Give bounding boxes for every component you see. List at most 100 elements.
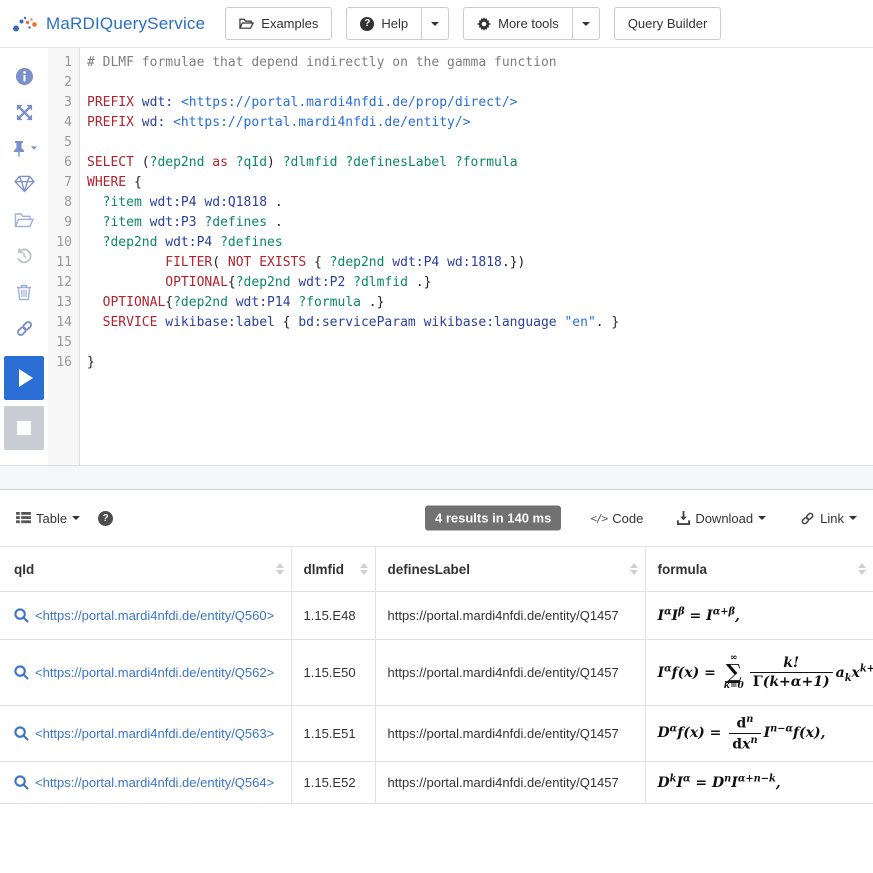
- download-button[interactable]: Download: [677, 511, 766, 526]
- more-tools-button[interactable]: More tools: [463, 7, 573, 40]
- defineslabel-cell: https://portal.mardi4nfdi.de/entity/Q145…: [375, 761, 645, 803]
- result-view-selector[interactable]: Table: [16, 511, 80, 526]
- table-icon: [16, 512, 31, 525]
- results-section: Table ? 4 results in 140 ms </> Code Dow…: [0, 490, 873, 804]
- chevron-down-icon: [72, 516, 80, 520]
- result-view-label: Table: [36, 511, 67, 526]
- column-label: qId: [14, 562, 34, 577]
- link-label: Link: [820, 511, 844, 526]
- sparql-editor[interactable]: 1# DLMF formulae that depend indirectly …: [48, 48, 873, 465]
- entity-link[interactable]: <https://portal.mardi4nfdi.de/entity/Q56…: [35, 775, 274, 790]
- formula-math: Iαf(x) = ∞∑k=0k!Γ(k+α+1)akxk+α.: [658, 665, 873, 681]
- column-label: definesLabel: [388, 562, 471, 577]
- dlmfid-cell: 1.15.E50: [291, 640, 375, 706]
- download-label: Download: [695, 511, 753, 526]
- qid-cell: <https://portal.mardi4nfdi.de/entity/Q56…: [0, 640, 291, 706]
- chevron-down-icon: [431, 22, 439, 26]
- help-icon: ?: [360, 17, 374, 31]
- formula-cell: Dαf(x) = dndxnIn−αf(x),: [645, 706, 873, 762]
- table-row: <https://portal.mardi4nfdi.de/entity/Q56…: [0, 592, 873, 640]
- brand[interactable]: MaRDIQueryService: [12, 13, 205, 35]
- help-button[interactable]: ? Help: [346, 7, 422, 40]
- run-query-button[interactable]: [4, 356, 44, 400]
- qid-cell: <https://portal.mardi4nfdi.de/entity/Q56…: [0, 706, 291, 762]
- pin-icon[interactable]: [0, 130, 48, 166]
- examples-button[interactable]: Examples: [225, 7, 332, 40]
- table-row: <https://portal.mardi4nfdi.de/entity/Q56…: [0, 706, 873, 762]
- editor-results-divider: [0, 466, 873, 490]
- chevron-down-icon: [849, 516, 857, 520]
- chevron-down-icon: [582, 22, 590, 26]
- search-icon: [14, 665, 29, 680]
- entity-link[interactable]: <https://portal.mardi4nfdi.de/entity/Q56…: [35, 726, 274, 741]
- navbar: MaRDIQueryService Examples ? Help: [0, 0, 873, 48]
- editor-side-toolbar: [0, 48, 48, 465]
- qid-cell: <https://portal.mardi4nfdi.de/entity/Q56…: [0, 761, 291, 803]
- sort-icon: [276, 563, 284, 575]
- search-icon: [14, 775, 29, 790]
- query-workspace: 1# DLMF formulae that depend indirectly …: [0, 48, 873, 466]
- link-icon: [800, 511, 815, 526]
- query-builder-label: Query Builder: [628, 16, 707, 31]
- help-label: Help: [381, 16, 408, 31]
- code-icon: </>: [590, 512, 607, 525]
- stop-icon: [17, 421, 31, 435]
- column-header-qid[interactable]: qId: [0, 547, 291, 592]
- dlmfid-cell: 1.15.E51: [291, 706, 375, 762]
- app-title: MaRDIQueryService: [46, 14, 205, 34]
- results-help-icon[interactable]: ?: [98, 511, 113, 526]
- column-header-dlmfid[interactable]: dlmfid: [291, 547, 375, 592]
- open-folder-icon[interactable]: [0, 202, 48, 238]
- table-row: <https://portal.mardi4nfdi.de/entity/Q56…: [0, 640, 873, 706]
- search-icon: [14, 608, 29, 623]
- dlmfid-cell: 1.15.E48: [291, 592, 375, 640]
- help-dropdown-button[interactable]: [421, 7, 449, 40]
- formula-cell: DkIα = DnIα+n−k,: [645, 761, 873, 803]
- results-table: qId dlmfid definesLabel formula: [0, 546, 873, 804]
- mardi-logo-icon: [12, 13, 39, 35]
- sort-icon: [858, 563, 866, 575]
- column-header-formula[interactable]: formula: [645, 547, 873, 592]
- fullscreen-icon[interactable]: [0, 94, 48, 130]
- format-gem-icon[interactable]: [0, 166, 48, 202]
- info-icon[interactable]: [0, 58, 48, 94]
- link-button[interactable]: Link: [800, 511, 857, 526]
- examples-label: Examples: [261, 16, 318, 31]
- results-header-row: qId dlmfid definesLabel formula: [0, 547, 873, 592]
- code-lines: 1# DLMF formulae that depend indirectly …: [48, 48, 873, 373]
- column-header-defineslabel[interactable]: definesLabel: [375, 547, 645, 592]
- more-tools-dropdown-button[interactable]: [572, 7, 600, 40]
- more-tools-label: More tools: [498, 16, 559, 31]
- formula-cell: IαIβ = Iα+β,: [645, 592, 873, 640]
- permalink-icon[interactable]: [0, 310, 48, 346]
- download-icon: [677, 511, 690, 525]
- chevron-down-icon: [758, 516, 766, 520]
- formula-math: IαIβ = Iα+β,: [658, 608, 740, 624]
- defineslabel-cell: https://portal.mardi4nfdi.de/entity/Q145…: [375, 640, 645, 706]
- formula-math: Dαf(x) = dndxnIn−αf(x),: [658, 725, 826, 741]
- entity-link[interactable]: <https://portal.mardi4nfdi.de/entity/Q56…: [35, 608, 274, 623]
- defineslabel-cell: https://portal.mardi4nfdi.de/entity/Q145…: [375, 706, 645, 762]
- column-label: formula: [658, 562, 708, 577]
- query-builder-button[interactable]: Query Builder: [614, 7, 721, 40]
- clear-trash-icon[interactable]: [0, 274, 48, 310]
- table-row: <https://portal.mardi4nfdi.de/entity/Q56…: [0, 761, 873, 803]
- results-toolbar: Table ? 4 results in 140 ms </> Code Dow…: [0, 490, 873, 546]
- formula-cell: Iαf(x) = ∞∑k=0k!Γ(k+α+1)akxk+α.: [645, 640, 873, 706]
- formula-math: DkIα = DnIα+n−k,: [658, 775, 781, 791]
- chevron-down-icon: [30, 146, 36, 149]
- sort-icon: [360, 563, 368, 575]
- results-status-badge: 4 results in 140 ms: [425, 506, 561, 531]
- stop-query-button[interactable]: [4, 406, 44, 450]
- restore-icon[interactable]: [0, 238, 48, 274]
- code-button[interactable]: </> Code: [590, 511, 643, 526]
- qid-cell: <https://portal.mardi4nfdi.de/entity/Q56…: [0, 592, 291, 640]
- run-play-icon: [19, 369, 33, 387]
- defineslabel-cell: https://portal.mardi4nfdi.de/entity/Q145…: [375, 592, 645, 640]
- search-icon: [14, 726, 29, 741]
- sort-icon: [630, 563, 638, 575]
- open-folder-icon: [239, 17, 254, 30]
- entity-link[interactable]: <https://portal.mardi4nfdi.de/entity/Q56…: [35, 665, 274, 680]
- dlmfid-cell: 1.15.E52: [291, 761, 375, 803]
- results-table-body: <https://portal.mardi4nfdi.de/entity/Q56…: [0, 592, 873, 804]
